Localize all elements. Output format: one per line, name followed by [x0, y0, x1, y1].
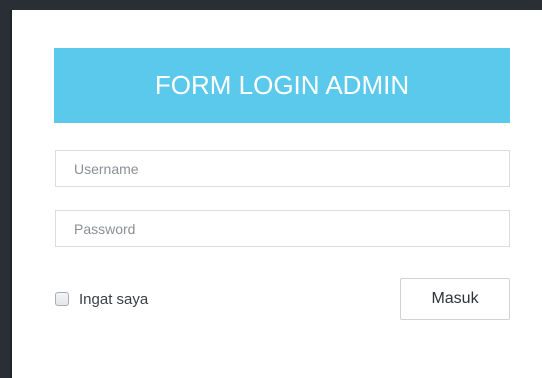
form-header: FORM LOGIN ADMIN — [54, 48, 510, 123]
login-screen: FORM LOGIN ADMIN Ingat saya Masuk — [0, 0, 542, 378]
remember-label: Ingat saya — [79, 290, 149, 308]
remember-checkbox[interactable] — [55, 292, 69, 306]
password-input[interactable] — [55, 210, 510, 247]
remember-me[interactable]: Ingat saya — [55, 290, 148, 308]
login-button[interactable]: Masuk — [400, 278, 510, 320]
form-title: FORM LOGIN ADMIN — [154, 70, 410, 100]
username-input[interactable] — [55, 150, 510, 187]
login-panel: FORM LOGIN ADMIN Ingat saya Masuk — [10, 10, 542, 378]
